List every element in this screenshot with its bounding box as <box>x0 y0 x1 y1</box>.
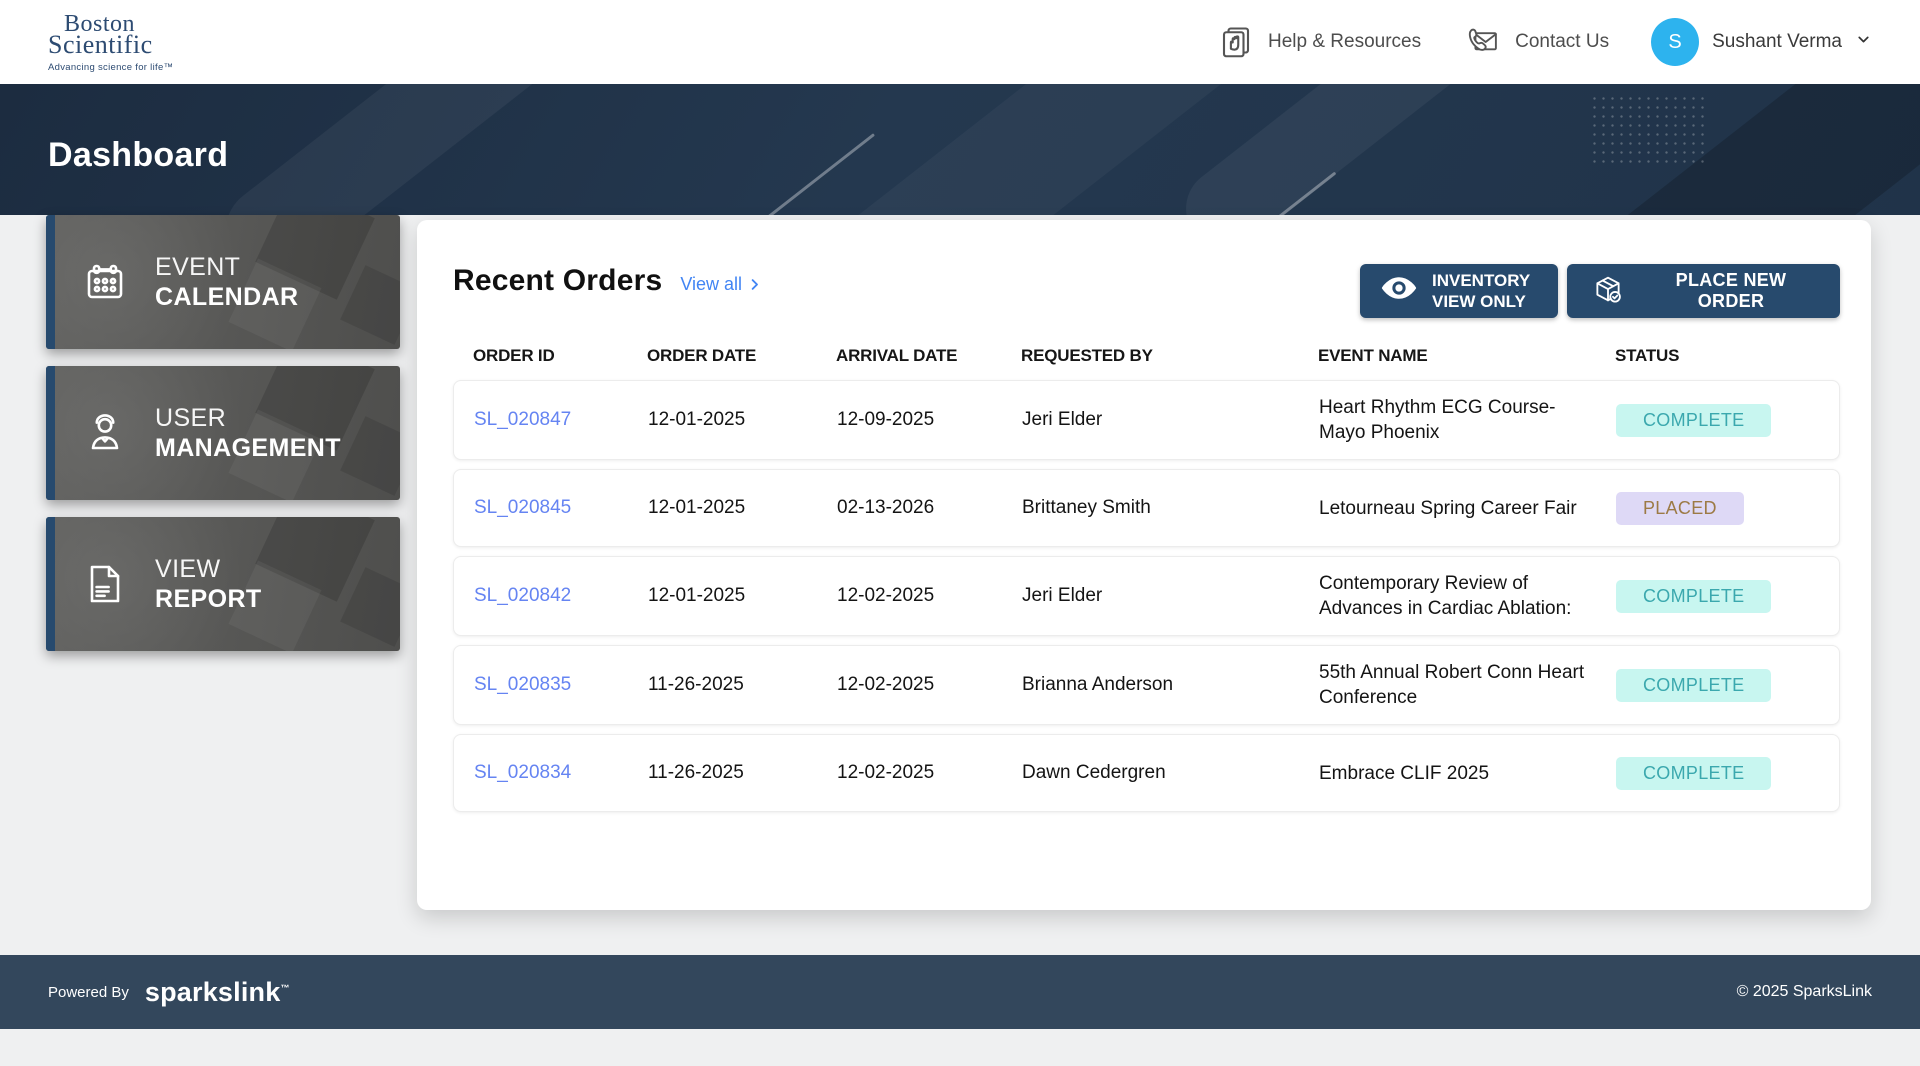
requested-by-cell: Brianna Anderson <box>1022 674 1319 696</box>
arrival-date-cell: 02-13-2026 <box>837 497 1022 519</box>
orders-table-header: ORDER ID ORDER DATE ARRIVAL DATE REQUEST… <box>453 346 1840 366</box>
table-row: SL_020847 12-01-2025 12-09-2025 Jeri Eld… <box>453 380 1840 460</box>
order-date-cell: 11-26-2025 <box>648 762 837 784</box>
footer: Powered By sparkslink™ © 2025 SparksLink <box>0 955 1920 1029</box>
help-resources-link[interactable]: Help & Resources <box>1218 24 1421 60</box>
calendar-icon <box>81 258 129 306</box>
logo-tagline: Advancing science for life™ <box>48 63 173 73</box>
top-nav: Help & Resources Contact Us S Sushant Ve… <box>1218 18 1872 66</box>
help-resources-icon <box>1218 24 1254 60</box>
order-date-cell: 12-01-2025 <box>648 585 837 607</box>
order-id-link[interactable]: SL_020845 <box>474 497 648 519</box>
status-badge: PLACED <box>1616 492 1744 525</box>
order-id-link[interactable]: SL_020835 <box>474 674 648 696</box>
status-cell: COMPLETE <box>1616 757 1819 790</box>
place-new-order-button[interactable]: PLACE NEW ORDER <box>1567 264 1840 318</box>
sidebar-item-view-report[interactable]: VIEW REPORT <box>46 517 400 651</box>
inventory-button-label: INVENTORY VIEW ONLY <box>1432 270 1530 313</box>
status-badge: COMPLETE <box>1616 580 1771 613</box>
event-name-cell: 55th Annual Robert Conn Heart Conference <box>1319 660 1616 710</box>
order-date-cell: 12-01-2025 <box>648 497 837 519</box>
powered-by-label: Powered By <box>48 984 129 1001</box>
order-id-link[interactable]: SL_020834 <box>474 762 648 784</box>
eye-icon <box>1380 273 1418 308</box>
status-cell: COMPLETE <box>1616 404 1819 437</box>
sidebar-item-event-calendar[interactable]: EVENT CALENDAR <box>46 215 400 349</box>
sidebar: EVENT CALENDAR <box>46 215 400 651</box>
avatar: S <box>1651 18 1699 66</box>
report-icon <box>81 560 129 608</box>
order-date-cell: 12-01-2025 <box>648 409 837 431</box>
arrival-date-cell: 12-09-2025 <box>837 409 1022 431</box>
sidebar-item-label: EVENT CALENDAR <box>155 252 298 313</box>
table-row: SL_020845 12-01-2025 02-13-2026 Brittane… <box>453 469 1840 547</box>
top-header: Boston Scientific Advancing science for … <box>0 0 1920 84</box>
status-cell: PLACED <box>1616 492 1819 525</box>
boston-scientific-logo: Boston Scientific Advancing science for … <box>48 12 173 73</box>
user-name: Sushant Verma <box>1712 31 1842 53</box>
tile-accent-bar <box>46 517 55 651</box>
status-badge: COMPLETE <box>1616 757 1771 790</box>
contact-us-label: Contact Us <box>1515 31 1609 53</box>
status-cell: COMPLETE <box>1616 669 1819 702</box>
arrival-date-cell: 12-02-2025 <box>837 674 1022 696</box>
powered-by: Powered By sparkslink™ <box>48 977 290 1008</box>
tile-accent-bar <box>46 215 55 349</box>
table-row: SL_020842 12-01-2025 12-02-2025 Jeri Eld… <box>453 556 1840 636</box>
requested-by-cell: Jeri Elder <box>1022 409 1319 431</box>
column-header: ORDER ID <box>473 346 647 366</box>
arrival-date-cell: 12-02-2025 <box>837 762 1022 784</box>
column-header: REQUESTED BY <box>1021 346 1318 366</box>
help-resources-label: Help & Resources <box>1268 31 1421 53</box>
column-header: ARRIVAL DATE <box>836 346 1021 366</box>
chevron-right-icon <box>747 277 762 292</box>
card-title: Recent Orders <box>453 264 662 298</box>
event-name-cell: Contemporary Review of Advances in Cardi… <box>1319 571 1616 621</box>
status-badge: COMPLETE <box>1616 404 1771 437</box>
sparkslink-logo: sparkslink™ <box>145 977 290 1008</box>
page-title: Dashboard <box>48 136 1920 175</box>
order-id-link[interactable]: SL_020847 <box>474 409 648 431</box>
order-date-cell: 11-26-2025 <box>648 674 837 696</box>
chevron-down-icon <box>1855 31 1872 53</box>
event-name-cell: Heart Rhythm ECG Course-Mayo Phoenix <box>1319 395 1616 445</box>
sidebar-item-label: USER MANAGEMENT <box>155 403 341 464</box>
tile-accent-bar <box>46 366 55 500</box>
order-id-link[interactable]: SL_020842 <box>474 585 648 607</box>
contact-us-link[interactable]: Contact Us <box>1463 25 1609 59</box>
contact-us-icon <box>1463 25 1501 59</box>
sidebar-item-label: VIEW REPORT <box>155 554 262 615</box>
table-row: SL_020834 11-26-2025 12-02-2025 Dawn Ced… <box>453 734 1840 812</box>
logo-line2: Scientific <box>48 32 173 58</box>
copyright-text: © 2025 SparksLink <box>1737 983 1872 1001</box>
table-row: SL_020835 11-26-2025 12-02-2025 Brianna … <box>453 645 1840 725</box>
column-header: ORDER DATE <box>647 346 836 366</box>
view-all-link[interactable]: View all <box>680 274 762 295</box>
status-badge: COMPLETE <box>1616 669 1771 702</box>
event-name-cell: Embrace CLIF 2025 <box>1319 761 1616 786</box>
event-name-cell: Letourneau Spring Career Fair <box>1319 496 1616 521</box>
status-cell: COMPLETE <box>1616 580 1819 613</box>
content-area: EVENT CALENDAR <box>0 215 1920 955</box>
requested-by-cell: Jeri Elder <box>1022 585 1319 607</box>
column-header: EVENT NAME <box>1318 346 1615 366</box>
requested-by-cell: Dawn Cedergren <box>1022 762 1319 784</box>
requested-by-cell: Brittaney Smith <box>1022 497 1319 519</box>
sidebar-item-user-management[interactable]: USER MANAGEMENT <box>46 366 400 500</box>
package-icon <box>1591 272 1625 311</box>
recent-orders-card: Recent Orders View all <box>417 220 1871 910</box>
inventory-view-only-button[interactable]: INVENTORY VIEW ONLY <box>1360 264 1558 318</box>
user-icon <box>81 409 129 457</box>
arrival-date-cell: 12-02-2025 <box>837 585 1022 607</box>
user-menu[interactable]: S Sushant Verma <box>1651 18 1872 66</box>
column-header: STATUS <box>1615 346 1820 366</box>
place-order-button-label: PLACE NEW ORDER <box>1640 270 1822 312</box>
orders-table-body: SL_020847 12-01-2025 12-09-2025 Jeri Eld… <box>453 380 1840 812</box>
